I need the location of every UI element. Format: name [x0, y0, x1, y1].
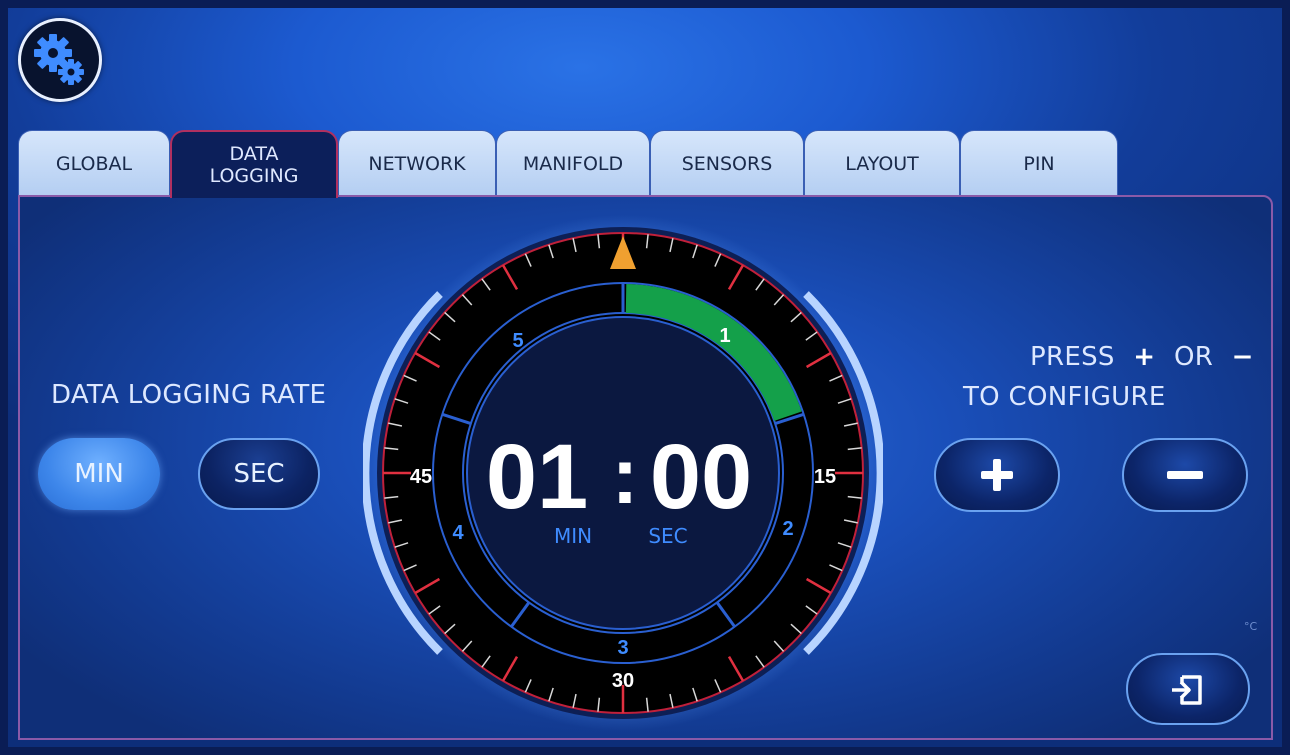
inner-label-3: 3 — [617, 637, 628, 659]
tab-network[interactable]: NETWORK — [338, 130, 496, 196]
inner-label-4: 4 — [452, 522, 464, 544]
decrement-button[interactable] — [1122, 438, 1248, 512]
outer-label-45: 45 — [410, 466, 432, 488]
tab-label: PIN — [1023, 152, 1055, 175]
inner-label-1: 1 — [719, 325, 730, 347]
or-label: OR — [1173, 342, 1214, 372]
minus-symbol: − — [1231, 342, 1254, 372]
tab-label: MANIFOLD — [522, 152, 624, 175]
tab-label: NETWORK — [368, 152, 466, 175]
unit-min-label: MIN — [554, 524, 592, 548]
sec-button[interactable]: SEC — [198, 438, 320, 510]
unit-hint: °C — [1244, 620, 1258, 633]
tab-data-logging[interactable]: DATA LOGGING — [170, 130, 338, 198]
time-minutes: 01 — [486, 426, 588, 528]
unit-sec-label: SEC — [648, 524, 687, 548]
tab-layout[interactable]: LAYOUT — [804, 130, 960, 196]
tab-manifold[interactable]: MANIFOLD — [496, 130, 650, 196]
inner-label-5: 5 — [512, 330, 523, 352]
increment-button[interactable] — [934, 438, 1060, 512]
tab-label: LAYOUT — [845, 152, 919, 175]
tab-label: SENSORS — [681, 152, 773, 175]
outer-label-30: 30 — [612, 670, 634, 692]
time-seconds: 00 — [650, 426, 752, 528]
configure-hint-line2: TO CONFIGURE — [963, 382, 1166, 412]
tab-global[interactable]: GLOBAL — [18, 130, 170, 196]
time-separator: : — [612, 431, 639, 520]
exit-icon — [1172, 675, 1202, 705]
plus-symbol: + — [1133, 342, 1156, 372]
outer-label-15: 15 — [814, 466, 836, 488]
min-button[interactable]: MIN — [38, 438, 160, 510]
rate-title: DATA LOGGING RATE — [51, 380, 327, 410]
inner-label-2: 2 — [782, 518, 793, 540]
exit-button[interactable] — [1126, 653, 1250, 725]
plus-icon — [981, 459, 1013, 491]
timer-dial: 15 30 45 1 2 3 4 5 01 : 00 MIN SEC — [363, 215, 883, 731]
screen: GLOBAL DATA LOGGING NETWORK MANIFOLD SEN… — [8, 8, 1282, 747]
gears-icon — [34, 34, 84, 85]
tab-sensors[interactable]: SENSORS — [650, 130, 804, 196]
settings-button[interactable] — [18, 18, 102, 102]
press-label: PRESS — [1030, 342, 1115, 372]
tab-label: DATA LOGGING — [209, 143, 299, 187]
tab-label: GLOBAL — [55, 152, 133, 175]
minus-icon — [1167, 471, 1203, 479]
tab-pin[interactable]: PIN — [960, 130, 1118, 196]
configure-hint-line1: PRESS + OR − — [1030, 342, 1254, 372]
